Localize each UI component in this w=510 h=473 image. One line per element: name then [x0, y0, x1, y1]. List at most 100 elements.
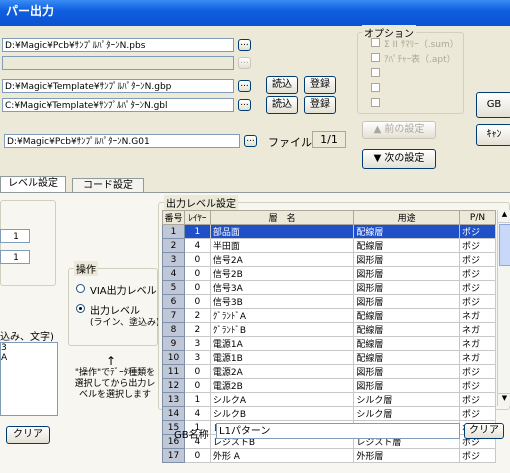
- list-item[interactable]: 3: [1, 343, 57, 353]
- cell-use[interactable]: シルク層: [353, 392, 461, 407]
- table-row[interactable]: 1 1 部品面 配線層 ポジ: [162, 224, 496, 239]
- cell-ly[interactable]: 0: [183, 448, 211, 463]
- cell-ly[interactable]: 0: [183, 266, 211, 281]
- scroll-up-icon[interactable]: ▲: [498, 210, 510, 223]
- cell-use[interactable]: 図形層: [353, 252, 461, 267]
- cell-use[interactable]: 図形層: [353, 294, 461, 309]
- cell-name[interactable]: 信号3B: [209, 294, 355, 309]
- scroll-down-icon[interactable]: ▼: [498, 393, 510, 406]
- gb-name-field[interactable]: L1パターン: [216, 423, 460, 439]
- col-usage[interactable]: 用途: [353, 210, 461, 225]
- cell-ly[interactable]: 4: [183, 238, 211, 253]
- load-gbl-button[interactable]: 読込: [266, 96, 298, 114]
- cell-use[interactable]: 外形層: [353, 448, 461, 463]
- cell-name[interactable]: 電源2B: [209, 378, 355, 393]
- cell-pn[interactable]: ポジ: [459, 280, 496, 295]
- scroll-thumb[interactable]: [499, 224, 510, 266]
- cell-num[interactable]: 6: [162, 294, 185, 309]
- cell-pn[interactable]: ポジ: [459, 294, 496, 309]
- cell-num[interactable]: 17: [162, 448, 185, 463]
- cell-pn[interactable]: ポジ: [459, 364, 496, 379]
- table-row[interactable]: 11 0 電源2A 図形層 ポジ: [162, 364, 496, 379]
- pcb-file-field[interactable]: D:¥Magic¥Pcb¥ｻﾝﾌﾟﾙﾊﾟﾀｰﾝN.pbs: [2, 38, 234, 52]
- empty-browse-button[interactable]: ...: [238, 57, 251, 69]
- gbl-browse-button[interactable]: ...: [238, 99, 251, 111]
- table-row[interactable]: 8 2 ｸﾞﾗﾝﾄﾞB 配線層 ネガ: [162, 322, 496, 337]
- cell-ly[interactable]: 0: [183, 294, 211, 309]
- cell-use[interactable]: 配線層: [353, 308, 461, 323]
- cell-use[interactable]: 図形層: [353, 364, 461, 379]
- cell-use[interactable]: 図形層: [353, 280, 461, 295]
- table-row[interactable]: 14 4 シルクB シルク層 ポジ: [162, 406, 496, 421]
- left-clear-button[interactable]: クリア: [6, 426, 50, 444]
- col-number[interactable]: 番号: [162, 210, 185, 225]
- table-row[interactable]: 3 0 信号2A 図形層 ポジ: [162, 252, 496, 267]
- col-pn[interactable]: P/N: [459, 210, 496, 225]
- cell-num[interactable]: 10: [162, 350, 185, 365]
- register-gbp-button[interactable]: 登録: [304, 76, 336, 94]
- cell-ly[interactable]: 1: [183, 224, 211, 239]
- gb-button[interactable]: GB: [476, 92, 510, 118]
- cell-ly[interactable]: 4: [183, 406, 211, 421]
- cell-name[interactable]: 電源1B: [209, 350, 355, 365]
- cell-name[interactable]: シルクB: [209, 406, 355, 421]
- cell-num[interactable]: 3: [162, 252, 185, 267]
- table-row[interactable]: 7 2 ｸﾞﾗﾝﾄﾞA 配線層 ネガ: [162, 308, 496, 323]
- left-field-1[interactable]: 1: [0, 229, 30, 243]
- cell-num[interactable]: 9: [162, 336, 185, 351]
- output-file-field[interactable]: D:¥Magic¥Pcb¥ｻﾝﾌﾟﾙﾊﾟﾀｰﾝN.G01: [4, 134, 240, 148]
- cell-use[interactable]: 図形層: [353, 378, 461, 393]
- cell-ly[interactable]: 0: [183, 378, 211, 393]
- template-gbp-field[interactable]: D:¥Magic¥Template¥ｻﾝﾌﾟﾙﾊﾟﾀｰﾝN.gbp: [2, 79, 234, 93]
- cell-ly[interactable]: 0: [183, 364, 211, 379]
- table-row[interactable]: 10 3 電源1B 配線層 ネガ: [162, 350, 496, 365]
- empty-path-field[interactable]: [2, 56, 234, 70]
- cell-use[interactable]: 配線層: [353, 350, 461, 365]
- cell-pn[interactable]: ポジ: [459, 378, 496, 393]
- option-apt-checkbox[interactable]: [371, 53, 380, 62]
- cell-pn[interactable]: ポジ: [459, 252, 496, 267]
- cancel-button[interactable]: ｷｬﾝ: [476, 124, 510, 146]
- table-row[interactable]: 9 3 電源1A 配線層 ネガ: [162, 336, 496, 351]
- cell-pn[interactable]: ポジ: [459, 406, 496, 421]
- cell-ly[interactable]: 2: [183, 308, 211, 323]
- cell-num[interactable]: 5: [162, 280, 185, 295]
- cell-num[interactable]: 7: [162, 308, 185, 323]
- cell-pn[interactable]: ネガ: [459, 322, 496, 337]
- cell-use[interactable]: 配線層: [353, 322, 461, 337]
- tab-level-settings[interactable]: レベル設定: [0, 176, 66, 192]
- via-radio[interactable]: [76, 284, 85, 293]
- cell-pn[interactable]: ネガ: [459, 350, 496, 365]
- cell-pn[interactable]: ポジ: [459, 448, 496, 463]
- output-browse-button[interactable]: ...: [244, 135, 257, 147]
- cell-ly[interactable]: 1: [183, 392, 211, 407]
- cell-name[interactable]: 部品面: [209, 224, 355, 239]
- output-level-radio[interactable]: [76, 304, 85, 313]
- cell-pn[interactable]: ポジ: [459, 238, 496, 253]
- cell-pn[interactable]: ネガ: [459, 336, 496, 351]
- cell-pn[interactable]: ポジ: [459, 392, 496, 407]
- cell-ly[interactable]: 3: [183, 336, 211, 351]
- gb-clear-button[interactable]: クリア: [464, 423, 504, 439]
- cell-ly[interactable]: 0: [183, 252, 211, 267]
- cell-ly[interactable]: 3: [183, 350, 211, 365]
- table-row[interactable]: 4 0 信号2B 図形層 ポジ: [162, 266, 496, 281]
- cell-name[interactable]: 電源1A: [209, 336, 355, 351]
- cell-num[interactable]: 1: [162, 224, 185, 239]
- cell-use[interactable]: 配線層: [353, 336, 461, 351]
- cell-num[interactable]: 11: [162, 364, 185, 379]
- cell-pn[interactable]: ポジ: [459, 224, 496, 239]
- cell-name[interactable]: シルクA: [209, 392, 355, 407]
- cell-pn[interactable]: ネガ: [459, 308, 496, 323]
- grid-scrollbar[interactable]: ▲ ▼: [497, 210, 510, 406]
- cell-num[interactable]: 13: [162, 392, 185, 407]
- next-setting-button[interactable]: ▼ 次の設定: [362, 149, 436, 169]
- cell-ly[interactable]: 0: [183, 280, 211, 295]
- table-row[interactable]: 5 0 信号3A 図形層 ポジ: [162, 280, 496, 295]
- table-row[interactable]: 17 0 外形 A 外形層 ポジ: [162, 448, 496, 463]
- col-layer-name[interactable]: 層 名: [209, 210, 355, 225]
- cell-use[interactable]: 配線層: [353, 224, 461, 239]
- cell-name[interactable]: 信号2B: [209, 266, 355, 281]
- pcb-browse-button[interactable]: ...: [238, 39, 251, 51]
- col-layer[interactable]: ﾚｲﾔｰ: [183, 210, 211, 225]
